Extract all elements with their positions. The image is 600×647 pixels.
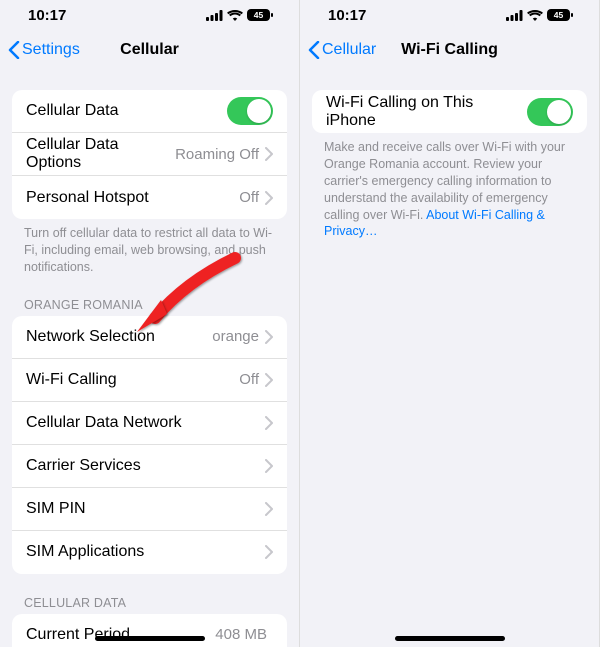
row-label: Cellular Data bbox=[26, 102, 227, 120]
battery-icon: 45 bbox=[547, 9, 573, 21]
content: Wi-Fi Calling on This iPhone Make and re… bbox=[300, 70, 599, 647]
row-wifi-calling-on-iphone[interactable]: Wi-Fi Calling on This iPhone bbox=[312, 90, 587, 133]
section-header-carrier: ORANGE ROMANIA bbox=[24, 298, 275, 312]
phone-wifi-calling: 10:17 45 Cellular Wi-Fi Calling Wi-Fi Ca… bbox=[300, 0, 600, 647]
row-label: Wi-Fi Calling bbox=[26, 371, 239, 389]
row-cellular-data[interactable]: Cellular Data bbox=[12, 90, 287, 133]
chevron-right-icon bbox=[265, 191, 273, 205]
back-button[interactable]: Settings bbox=[8, 41, 80, 59]
footer-wifi-calling-info: Make and receive calls over Wi-Fi with y… bbox=[324, 139, 575, 240]
row-value: Off bbox=[239, 371, 259, 388]
row-cellular-data-network[interactable]: Cellular Data Network bbox=[12, 402, 287, 445]
row-sim-applications[interactable]: SIM Applications bbox=[12, 531, 287, 574]
row-value: Off bbox=[239, 189, 259, 206]
row-value: orange bbox=[212, 328, 259, 345]
nav-bar: Settings Cellular bbox=[0, 30, 299, 70]
wifi-icon bbox=[527, 10, 543, 21]
home-indicator[interactable] bbox=[95, 636, 205, 641]
row-carrier-services[interactable]: Carrier Services bbox=[12, 445, 287, 488]
chevron-left-icon bbox=[8, 41, 20, 59]
row-value: Roaming Off bbox=[175, 146, 259, 163]
row-label: Cellular Data Options bbox=[26, 136, 175, 172]
row-label: Personal Hotspot bbox=[26, 189, 239, 207]
signal-icon bbox=[506, 10, 523, 21]
status-time: 10:17 bbox=[28, 7, 66, 24]
group-cellular-general: Cellular Data Cellular Data Options Roam… bbox=[12, 90, 287, 219]
chevron-right-icon bbox=[265, 502, 273, 516]
svg-text:45: 45 bbox=[254, 10, 264, 20]
content: Cellular Data Cellular Data Options Roam… bbox=[0, 70, 299, 647]
row-personal-hotspot[interactable]: Personal Hotspot Off bbox=[12, 176, 287, 219]
chevron-left-icon bbox=[308, 41, 320, 59]
chevron-right-icon bbox=[265, 459, 273, 473]
section-header-cellular-data: CELLULAR DATA bbox=[24, 596, 275, 610]
row-label: SIM Applications bbox=[26, 543, 265, 561]
row-label: Wi-Fi Calling on This iPhone bbox=[326, 94, 527, 130]
status-indicators: 45 bbox=[206, 9, 273, 21]
wifi-icon bbox=[227, 10, 243, 21]
signal-icon bbox=[206, 10, 223, 21]
group-wifi-calling: Wi-Fi Calling on This iPhone bbox=[312, 90, 587, 133]
chevron-right-icon bbox=[265, 330, 273, 344]
chevron-right-icon bbox=[265, 416, 273, 430]
status-time: 10:17 bbox=[328, 7, 366, 24]
chevron-right-icon bbox=[265, 545, 273, 559]
phone-cellular: 10:17 45 Settings Cellular Cellular Data… bbox=[0, 0, 300, 647]
footer-cellular-info: Turn off cellular data to restrict all d… bbox=[24, 225, 275, 276]
nav-bar: Cellular Wi-Fi Calling bbox=[300, 30, 599, 70]
chevron-right-icon bbox=[265, 373, 273, 387]
row-label: Network Selection bbox=[26, 328, 212, 346]
home-indicator[interactable] bbox=[395, 636, 505, 641]
back-label: Settings bbox=[22, 41, 80, 59]
row-cellular-data-options[interactable]: Cellular Data Options Roaming Off bbox=[12, 133, 287, 176]
status-indicators: 45 bbox=[506, 9, 573, 21]
battery-icon: 45 bbox=[247, 9, 273, 21]
row-label: Carrier Services bbox=[26, 457, 265, 475]
group-cellular-usage: Current Period 408 MB Current Period Roa… bbox=[12, 614, 287, 647]
toggle-cellular-data[interactable] bbox=[227, 97, 273, 125]
row-value: 408 MB bbox=[215, 626, 267, 643]
group-carrier: Network Selection orange Wi-Fi Calling O… bbox=[12, 316, 287, 574]
toggle-wifi-calling[interactable] bbox=[527, 98, 573, 126]
chevron-right-icon bbox=[265, 147, 273, 161]
row-sim-pin[interactable]: SIM PIN bbox=[12, 488, 287, 531]
row-label: Cellular Data Network bbox=[26, 414, 265, 432]
row-current-period[interactable]: Current Period 408 MB bbox=[12, 614, 287, 647]
row-label: SIM PIN bbox=[26, 500, 265, 518]
row-network-selection[interactable]: Network Selection orange bbox=[12, 316, 287, 359]
back-label: Cellular bbox=[322, 41, 376, 59]
back-button[interactable]: Cellular bbox=[308, 41, 376, 59]
row-wifi-calling[interactable]: Wi-Fi Calling Off bbox=[12, 359, 287, 402]
status-bar: 10:17 45 bbox=[300, 0, 599, 30]
svg-text:45: 45 bbox=[554, 10, 564, 20]
status-bar: 10:17 45 bbox=[0, 0, 299, 30]
